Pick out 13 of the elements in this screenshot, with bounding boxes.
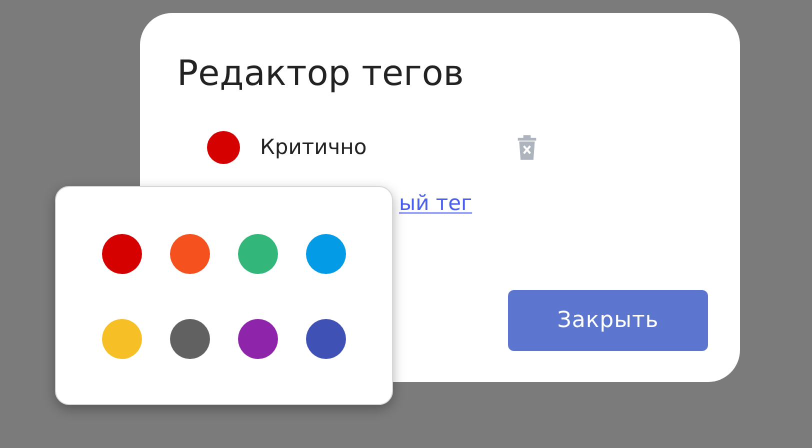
tag-color-dot[interactable] [207,130,240,164]
dialog-title: Редактор тегов [177,53,465,96]
color-swatch[interactable] [170,319,210,359]
color-swatch[interactable] [306,319,346,359]
close-button[interactable]: Закрыть [508,290,708,351]
color-swatch[interactable] [170,234,210,274]
tag-name: Критично [260,135,368,159]
color-swatch[interactable] [238,234,278,274]
color-swatch[interactable] [102,234,142,274]
color-swatch[interactable] [306,234,346,274]
color-swatch[interactable] [238,319,278,359]
add-tag-link[interactable]: ый тег [399,191,472,215]
color-swatch[interactable] [102,319,142,359]
